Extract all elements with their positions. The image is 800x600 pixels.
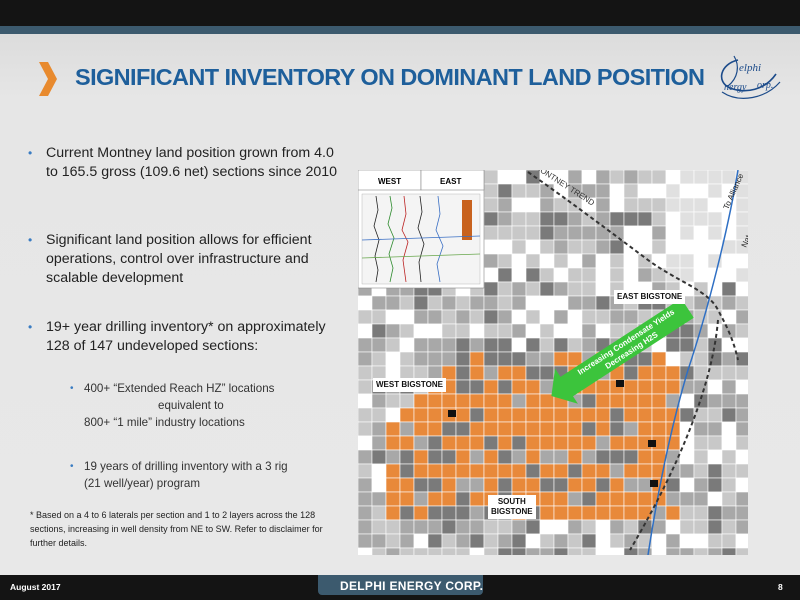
sub-bullet-item: • 19 years of drilling inventory with a … [70, 460, 288, 490]
bullet-dot-icon: • [28, 146, 33, 160]
south-bigstone-label: SOUTH BIGSTONE [488, 495, 536, 519]
footnote: * Based on a 4 to 6 laterals per section… [30, 510, 323, 548]
log-label-east: EAST [440, 177, 461, 186]
bullet-dot-icon: • [28, 320, 33, 334]
top-bar [0, 0, 800, 26]
land-map: WEST EAST MONTNEY TREND To Alliance Nat.… [358, 170, 748, 555]
west-bigstone-label: WEST BIGSTONE [373, 378, 446, 392]
east-bigstone-label: EAST BIGSTONE [614, 290, 686, 304]
logo-text-1: elphi [739, 62, 761, 74]
bullet-item: • Significant land position allows for ef… [28, 232, 312, 286]
bullet-dot-icon: • [70, 461, 74, 472]
log-label-west: WEST [378, 177, 401, 186]
logo-text-2: nergy [724, 82, 747, 93]
footer-brand: DELPHI ENERGY CORP. [340, 579, 484, 593]
logo-text-3: orp. [757, 80, 774, 91]
bullet-dot-icon: • [28, 233, 33, 247]
page-number: 8 [778, 582, 783, 592]
bullet-item: • 19+ year drilling inventory* on approxi… [28, 319, 326, 354]
sub-bullet-item: • 400+ “Extended Reach HZ” locations equ… [70, 382, 275, 429]
slide-title: SIGNIFICANT INVENTORY ON DOMINANT LAND P… [75, 64, 705, 90]
facility-icon [448, 410, 456, 417]
facility-icon [616, 380, 624, 387]
chevron-icon [39, 62, 57, 96]
header-band [0, 26, 800, 34]
bullet-item: • Current Montney land position grown fro… [28, 145, 338, 180]
well-log-traces [361, 193, 481, 285]
footer-date: August 2017 [10, 582, 61, 592]
delphi-logo [720, 55, 781, 99]
facility-icon [650, 480, 658, 487]
bullet-dot-icon: • [70, 383, 74, 394]
facility-icon [648, 440, 656, 447]
